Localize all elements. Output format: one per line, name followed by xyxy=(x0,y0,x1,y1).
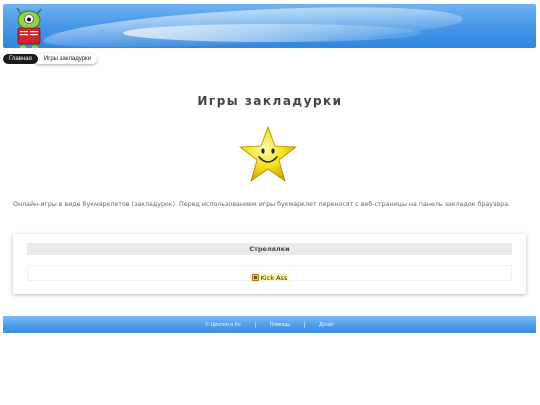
cyclops-logo-icon[interactable] xyxy=(11,6,47,48)
footer-divider xyxy=(254,321,256,328)
footer-copyright: © Циклоп и Ко xyxy=(205,321,241,328)
breadcrumb-home-link[interactable]: Главная xyxy=(3,54,38,64)
header-decoration-highlight xyxy=(123,24,423,42)
breadcrumb: Главная Игры закладурки xyxy=(3,54,98,64)
page-title: Игры закладурки xyxy=(197,94,343,108)
page-description: Онлайн-игры в виде букмарклетов (закладу… xyxy=(13,201,511,208)
game-link-label: Kick Ass xyxy=(260,273,288,282)
section-heading: Стрелялки xyxy=(27,243,512,255)
game-icon xyxy=(251,274,259,281)
site-footer: © Циклоп и Ко Помощь Донат xyxy=(3,316,536,333)
smiling-star-icon xyxy=(238,125,298,182)
game-link-kick-ass[interactable]: Kick Ass xyxy=(249,273,290,282)
games-section-card: Стрелялки Kick Ass xyxy=(13,234,526,294)
footer-donate-link[interactable]: Донат xyxy=(319,322,334,328)
footer-help-link[interactable]: Помощь xyxy=(270,322,290,328)
footer-divider xyxy=(304,321,306,328)
breadcrumb-current-page: Игры закладурки xyxy=(33,54,98,64)
site-header xyxy=(3,4,536,48)
list-item: Kick Ass xyxy=(27,265,512,282)
